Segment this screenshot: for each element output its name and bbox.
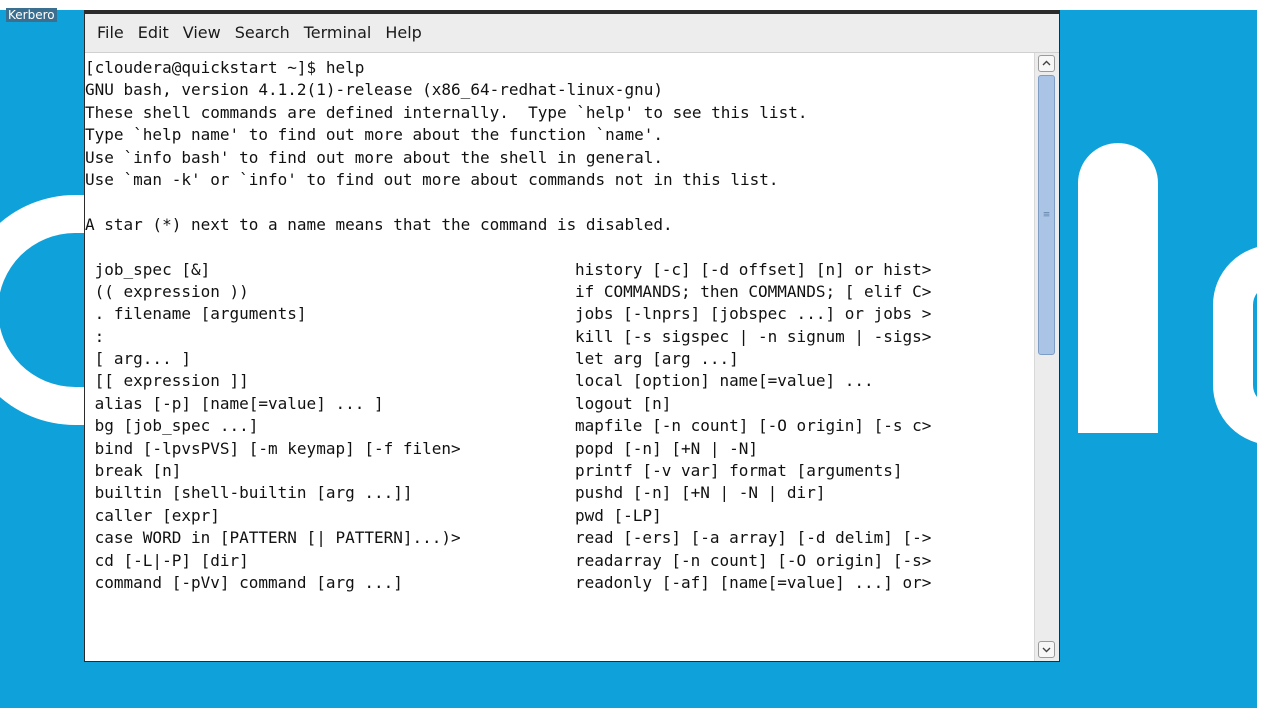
command-right: readarray [-n count] [-O origin] [-s> bbox=[575, 550, 932, 570]
terminal-line: Type `help name' to find out more about … bbox=[85, 125, 663, 145]
command-left: . filename [arguments] bbox=[85, 304, 307, 324]
menu-file[interactable]: File bbox=[85, 14, 131, 52]
command-left: job_spec [&] bbox=[85, 259, 211, 279]
terminal-line: Use `info bash' to find out more about t… bbox=[85, 147, 663, 167]
command-row: [ arg... ] let arg [arg ...] bbox=[85, 348, 1035, 370]
logo-letter-c bbox=[0, 195, 90, 425]
command-row: caller [expr] pwd [-LP] bbox=[85, 505, 1035, 527]
command-left: builtin [shell-builtin [arg ...]] bbox=[85, 483, 413, 503]
grip-icon: ≡ bbox=[1042, 210, 1051, 220]
terminal-line: These shell commands are defined interna… bbox=[85, 102, 808, 122]
terminal-window[interactable]: File Edit View Search Terminal Help [clo… bbox=[84, 10, 1060, 662]
terminal-line: Use `man -k' or `info' to find out more … bbox=[85, 169, 779, 189]
command-row: cd [-L|-P] [dir] readarray [-n count] [-O… bbox=[85, 550, 1035, 572]
command-left: (( expression )) bbox=[85, 281, 249, 301]
command-row: case WORD in [PATTERN [| PATTERN]...)> re… bbox=[85, 527, 1035, 549]
command-right: pwd [-LP] bbox=[575, 505, 662, 525]
command-right: printf [-v var] format [arguments] bbox=[575, 461, 903, 481]
command-row: bind [-lpvsPVS] [-m keymap] [-f filen> po… bbox=[85, 438, 1035, 460]
terminal-line: A star (*) next to a name means that the… bbox=[85, 214, 673, 234]
chevron-up-icon[interactable] bbox=[1038, 55, 1055, 72]
command-row: . filename [arguments] jobs [-lnprs] [job… bbox=[85, 303, 1035, 325]
command-right: popd [-n] [+N | -N] bbox=[575, 438, 759, 458]
command-left: bg [job_spec ...] bbox=[85, 416, 259, 436]
command-left: command [-pVv] command [arg ...] bbox=[85, 572, 403, 592]
menu-help[interactable]: Help bbox=[378, 14, 428, 52]
command-row: builtin [shell-builtin [arg ...]] pushd [… bbox=[85, 482, 1035, 504]
menu-view[interactable]: View bbox=[176, 14, 228, 52]
desktop-icon-label[interactable]: Kerbero bbox=[6, 8, 57, 22]
chevron-down-icon[interactable] bbox=[1038, 641, 1055, 658]
menu-terminal[interactable]: Terminal bbox=[297, 14, 379, 52]
command-left: [[ expression ]] bbox=[85, 371, 249, 391]
command-right: mapfile [-n count] [-O origin] [-s c> bbox=[575, 416, 932, 436]
command-right: pushd [-n] [+N | -N | dir] bbox=[575, 483, 826, 503]
command-row: break [n] printf [-v var] format [argumen… bbox=[85, 460, 1035, 482]
command-row: job_spec [&] history [-c] [-d offset] [n]… bbox=[85, 259, 1035, 281]
command-right: local [option] name[=value] ... bbox=[575, 371, 874, 391]
desktop-bottom-strip bbox=[0, 708, 1262, 718]
terminal-text: [cloudera@quickstart ~]$ help GNU bash, v… bbox=[85, 53, 1035, 594]
command-right: read [-ers] [-a array] [-d delim] [-> bbox=[575, 528, 932, 548]
terminal-output[interactable]: [cloudera@quickstart ~]$ help GNU bash, v… bbox=[85, 53, 1035, 661]
command-left: alias [-p] [name[=value] ... ] bbox=[85, 393, 384, 413]
command-row: (( expression )) if COMMANDS; then COMMAN… bbox=[85, 281, 1035, 303]
scrollbar-thumb[interactable]: ≡ bbox=[1038, 75, 1055, 355]
menu-search[interactable]: Search bbox=[228, 14, 297, 52]
command-right: jobs [-lnprs] [jobspec ...] or jobs > bbox=[575, 304, 932, 324]
command-right: kill [-s sigspec | -n signum | -sigs> bbox=[575, 326, 932, 346]
command-right: readonly [-af] [name[=value] ...] or> bbox=[575, 572, 932, 592]
terminal-line: [cloudera@quickstart ~]$ help bbox=[85, 58, 365, 77]
command-right: history [-c] [-d offset] [n] or hist> bbox=[575, 259, 932, 279]
command-right: if COMMANDS; then COMMANDS; [ elif C> bbox=[575, 281, 932, 301]
command-row: bg [job_spec ...] mapfile [-n count] [-O … bbox=[85, 415, 1035, 437]
command-left: cd [-L|-P] [dir] bbox=[85, 550, 249, 570]
command-left: [ arg... ] bbox=[85, 349, 191, 369]
command-right: let arg [arg ...] bbox=[575, 349, 739, 369]
command-left: break [n] bbox=[85, 461, 182, 481]
command-row: command [-pVv] command [arg ...] readonly… bbox=[85, 572, 1035, 594]
vertical-scrollbar[interactable]: ≡ bbox=[1034, 53, 1059, 661]
command-row: alias [-p] [name[=value] ... ] logout [n] bbox=[85, 393, 1035, 415]
menu-edit[interactable]: Edit bbox=[131, 14, 176, 52]
command-row: [[ expression ]] local [option] name[=val… bbox=[85, 370, 1035, 392]
command-left: case WORD in [PATTERN [| PATTERN]...)> bbox=[85, 528, 461, 548]
logo-letter-o bbox=[1213, 245, 1257, 445]
command-row: : kill [-s sigspec | -n signum | -sigs> bbox=[85, 326, 1035, 348]
terminal-line: GNU bash, version 4.1.2(1)-release (x86_… bbox=[85, 80, 663, 100]
menu-bar: File Edit View Search Terminal Help bbox=[85, 14, 1059, 53]
command-left: bind [-lpvsPVS] [-m keymap] [-f filen> bbox=[85, 438, 461, 458]
command-left: : bbox=[85, 326, 105, 346]
command-right: logout [n] bbox=[575, 393, 672, 413]
command-left: caller [expr] bbox=[85, 505, 220, 525]
logo-letter-l bbox=[1078, 143, 1158, 433]
desktop-top-strip bbox=[0, 0, 1262, 10]
